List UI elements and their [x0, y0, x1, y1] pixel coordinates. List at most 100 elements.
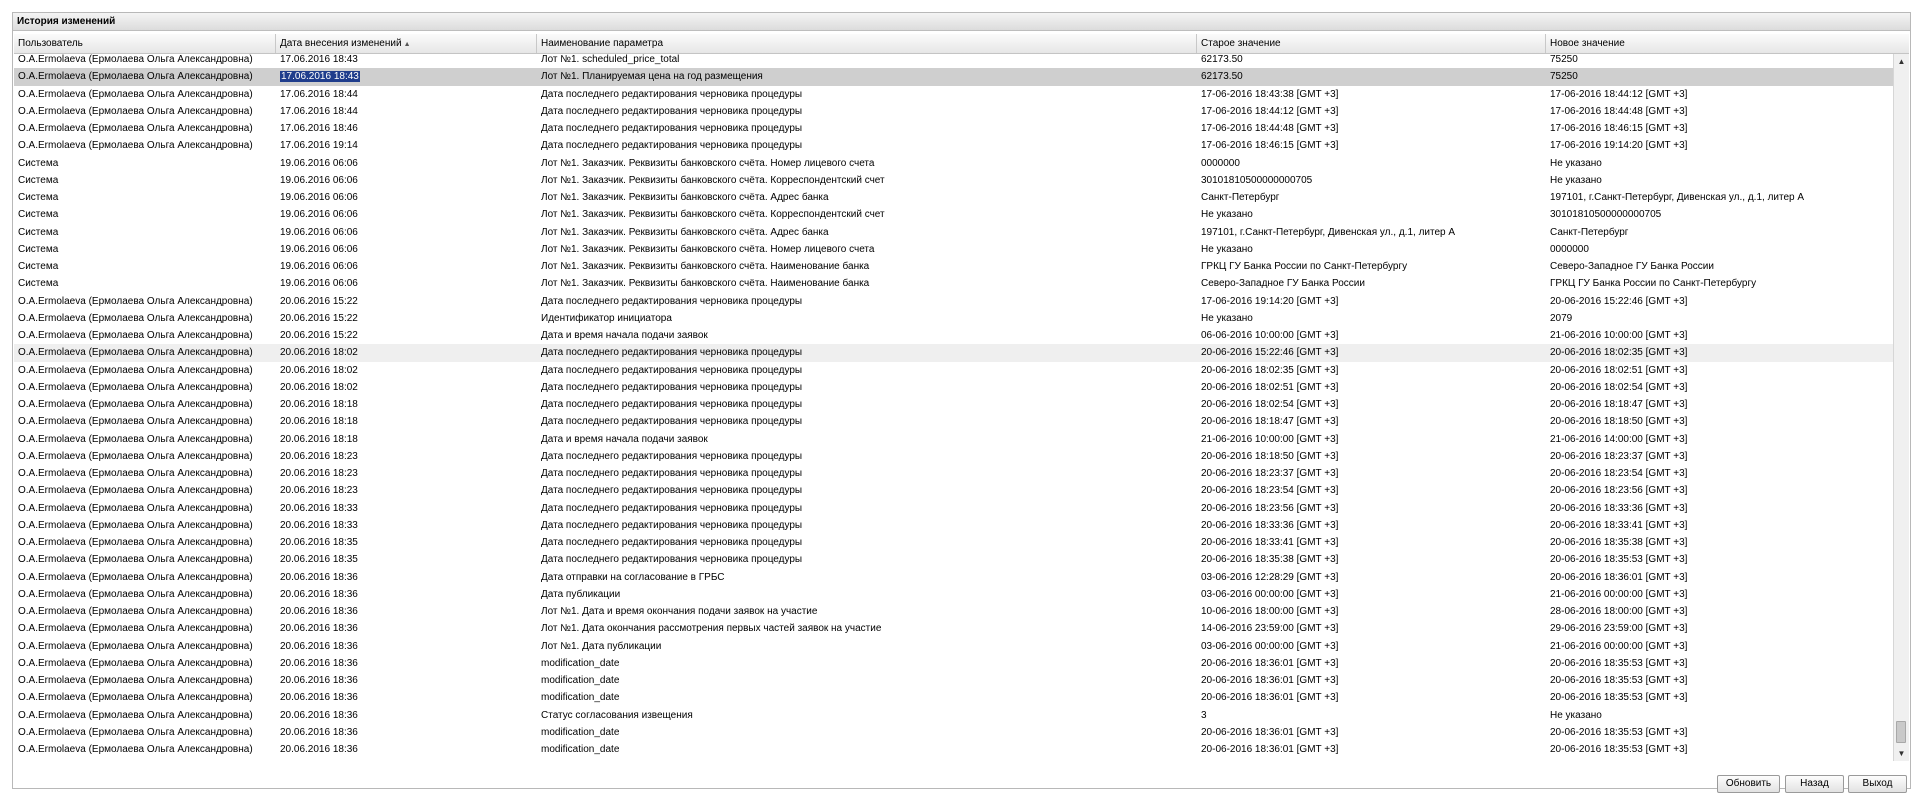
- table-row[interactable]: O.A.Ermolaeva (Ермолаева Ольга Александр…: [14, 500, 1894, 517]
- table-row[interactable]: O.A.Ermolaeva (Ермолаева Ольга Александр…: [14, 396, 1894, 413]
- back-button[interactable]: Назад: [1785, 775, 1844, 793]
- table-row[interactable]: O.A.Ermolaeva (Ермолаева Ольга Александр…: [14, 707, 1894, 724]
- cell-user: O.A.Ermolaeva (Ермолаева Ольга Александр…: [18, 105, 253, 117]
- cell-date: 19.06.2016 06:06: [280, 243, 358, 255]
- cell-date: 20.06.2016 18:36: [280, 709, 358, 721]
- cell-new-value: 20-06-2016 18:02:51 [GMT +3]: [1550, 364, 1688, 376]
- cell-date: 20.06.2016 18:36: [280, 675, 358, 686]
- cell-new-value: 20-06-2016 18:02:35 [GMT +3]: [1550, 347, 1688, 359]
- cell-parameter: Дата последнего редактирования черновика…: [541, 88, 803, 100]
- table-row[interactable]: O.A.Ermolaeva (Ермолаева Ольга Александр…: [14, 517, 1894, 534]
- table-row[interactable]: O.A.Ermolaeva (Ермолаева Ольга Александр…: [14, 362, 1894, 379]
- table-row[interactable]: O.A.Ermolaeva (Ермолаева Ольга Александр…: [14, 724, 1894, 741]
- table-row[interactable]: O.A.Ermolaeva (Ермолаева Ольга Александр…: [14, 293, 1894, 310]
- cell-new-value: 17-06-2016 18:44:48 [GMT +3]: [1550, 105, 1688, 117]
- table-row[interactable]: O.A.Ermolaeva (Ермолаева Ольга Александр…: [14, 379, 1894, 396]
- scroll-down-arrow-icon[interactable]: ▼: [1894, 746, 1909, 761]
- table-row[interactable]: O.A.Ermolaeva (Ермолаева Ольга Александр…: [14, 655, 1894, 672]
- column-header-date[interactable]: Дата внесения изменений ▲: [276, 34, 537, 53]
- cell-date: 20.06.2016 15:22: [280, 312, 358, 324]
- table-row[interactable]: Система 19.06.2016 06:06 Лот №1. Заказчик.…: [14, 155, 1894, 172]
- table-row[interactable]: O.A.Ermolaeva (Ермолаева Ольга Александр…: [14, 603, 1894, 620]
- cell-new-value: 20-06-2016 18:35:53 [GMT +3]: [1550, 726, 1688, 738]
- vertical-scrollbar[interactable]: ▲ ▼: [1893, 54, 1909, 761]
- cell-new-value: 20-06-2016 18:35:38 [GMT +3]: [1550, 537, 1688, 548]
- table-row[interactable]: Система 19.06.2016 06:06 Лот №1. Заказчик.…: [14, 189, 1894, 206]
- cell-user: O.A.Ermolaeva (Ермолаева Ольга Александр…: [18, 364, 253, 376]
- column-header-old-value[interactable]: Старое значение: [1197, 34, 1546, 53]
- cell-parameter: Лот №1. Дата и время окончания подачи за…: [541, 606, 818, 617]
- table-row[interactable]: O.A.Ermolaeva (Ермолаева Ольга Александр…: [14, 413, 1894, 430]
- table-row[interactable]: O.A.Ermolaeva (Ермолаева Ольга Александр…: [14, 620, 1894, 637]
- cell-parameter: Дата последнего редактирования черновика…: [541, 416, 803, 428]
- table-row[interactable]: O.A.Ermolaeva (Ермолаева Ольга Александр…: [14, 741, 1894, 758]
- table-row[interactable]: O.A.Ermolaeva (Ермолаева Ольга Александр…: [14, 465, 1894, 482]
- footer-toolbar: Обновить Назад Выход: [14, 766, 1909, 793]
- table-row[interactable]: O.A.Ermolaeva (Ермолаева Ольга Александр…: [14, 431, 1894, 448]
- table-row[interactable]: O.A.Ermolaeva (Ермолаева Ольга Александр…: [14, 551, 1894, 568]
- table-row[interactable]: O.A.Ermolaeva (Ермолаева Ольга Александр…: [14, 54, 1894, 68]
- cell-date: 17.06.2016 18:44: [280, 105, 358, 117]
- table-row[interactable]: O.A.Ermolaeva (Ермолаева Ольга Александр…: [14, 120, 1894, 137]
- table-row[interactable]: O.A.Ermolaeva (Ермолаева Ольга Александр…: [14, 327, 1894, 344]
- table-row[interactable]: Система 19.06.2016 06:06 Лот №1. Заказчик.…: [14, 241, 1894, 258]
- column-header-parameter[interactable]: Наименование параметра: [537, 34, 1197, 53]
- table-row[interactable]: Система 19.06.2016 06:06 Лот №1. Заказчик.…: [14, 258, 1894, 275]
- table-row[interactable]: O.A.Ermolaeva (Ермолаева Ольга Александр…: [14, 586, 1894, 603]
- table-row[interactable]: O.A.Ermolaeva (Ермолаева Ольга Александр…: [14, 482, 1894, 499]
- grid-body[interactable]: O.A.Ermolaeva (Ермолаева Ольга Александр…: [14, 54, 1894, 761]
- table-row[interactable]: O.A.Ermolaeva (Ермолаева Ольга Александр…: [14, 310, 1894, 327]
- cell-date: 20.06.2016 18:23: [280, 485, 358, 497]
- scrollbar-thumb[interactable]: [1896, 721, 1906, 743]
- cell-parameter: Дата последнего редактирования черновика…: [541, 468, 803, 479]
- table-row[interactable]: O.A.Ermolaeva (Ермолаева Ольга Александр…: [14, 689, 1894, 706]
- cell-date: 20.06.2016 18:35: [280, 537, 358, 548]
- table-row[interactable]: Система 19.06.2016 06:06 Лот №1. Заказчик.…: [14, 275, 1894, 292]
- cell-old-value: 20-06-2016 18:02:51 [GMT +3]: [1201, 381, 1339, 393]
- column-header-new-value[interactable]: Новое значение: [1546, 34, 1909, 53]
- cell-parameter: modification_date: [541, 675, 620, 686]
- cell-user: O.A.Ermolaeva (Ермолаева Ольга Александр…: [18, 312, 253, 324]
- cell-parameter: Дата последнего редактирования черновика…: [541, 502, 803, 514]
- cell-parameter: Дата последнего редактирования черновика…: [541, 295, 803, 307]
- cell-user: Система: [18, 192, 59, 203]
- cell-new-value: 20-06-2016 18:33:36 [GMT +3]: [1550, 502, 1688, 514]
- table-row[interactable]: O.A.Ermolaeva (Ермолаева Ольга Александр…: [14, 534, 1894, 551]
- table-row[interactable]: O.A.Ermolaeva (Ермолаева Ольга Александр…: [14, 569, 1894, 586]
- table-row[interactable]: O.A.Ermolaeva (Ермолаева Ольга Александр…: [14, 137, 1894, 154]
- cell-parameter: Лот №1. Дата публикации: [541, 640, 662, 652]
- cell-date: 19.06.2016 06:06: [280, 192, 358, 203]
- table-row[interactable]: O.A.Ermolaeva (Ермолаева Ольга Александр…: [14, 103, 1894, 120]
- table-row[interactable]: Система 19.06.2016 06:06 Лот №1. Заказчик.…: [14, 206, 1894, 223]
- cell-parameter: Дата последнего редактирования черновика…: [541, 364, 803, 376]
- cell-date: 20.06.2016 18:36: [280, 571, 358, 583]
- cell-new-value: 20-06-2016 15:22:46 [GMT +3]: [1550, 295, 1688, 307]
- table-row[interactable]: O.A.Ermolaeva (Ермолаева Ольга Александр…: [14, 344, 1894, 362]
- scroll-up-arrow-icon[interactable]: ▲: [1894, 54, 1909, 69]
- cell-date: 20.06.2016 18:36: [280, 726, 358, 738]
- table-row[interactable]: O.A.Ermolaeva (Ермолаева Ольга Александр…: [14, 86, 1894, 103]
- cell-parameter: Лот №1. Заказчик. Реквизиты банковского …: [541, 157, 875, 169]
- column-header-user[interactable]: Пользователь: [14, 34, 276, 53]
- cell-old-value: Не указано: [1201, 312, 1253, 324]
- table-row[interactable]: Система 19.06.2016 06:06 Лот №1. Заказчик.…: [14, 224, 1894, 241]
- cell-old-value: Не указано: [1201, 243, 1253, 255]
- cell-new-value: 17-06-2016 18:46:15 [GMT +3]: [1550, 123, 1688, 134]
- refresh-button[interactable]: Обновить: [1717, 775, 1780, 793]
- cell-parameter: Лот №1. Заказчик. Реквизиты банковского …: [541, 278, 870, 290]
- table-row[interactable]: O.A.Ermolaeva (Ермолаева Ольга Александр…: [14, 638, 1894, 655]
- table-row[interactable]: O.A.Ermolaeva (Ермолаева Ольга Александр…: [14, 448, 1894, 465]
- cell-old-value: 0000000: [1201, 157, 1240, 169]
- table-row[interactable]: O.A.Ermolaeva (Ермолаева Ольга Александр…: [14, 68, 1894, 86]
- cell-parameter: Дата отправки на согласование в ГРБС: [541, 571, 725, 583]
- cell-old-value: Санкт-Петербург: [1201, 192, 1280, 203]
- cell-date: 19.06.2016 06:06: [280, 174, 358, 186]
- table-row[interactable]: Система 19.06.2016 06:06 Лот №1. Заказчик.…: [14, 172, 1894, 189]
- cell-user: O.A.Ermolaeva (Ермолаева Ольга Александр…: [18, 381, 253, 393]
- cell-parameter: Дата последнего редактирования черновика…: [541, 450, 803, 462]
- cell-user: Система: [18, 157, 59, 169]
- cell-user: O.A.Ermolaeva (Ермолаева Ольга Александр…: [18, 675, 253, 686]
- table-row[interactable]: O.A.Ermolaeva (Ермолаева Ольга Александр…: [14, 672, 1894, 689]
- exit-button[interactable]: Выход: [1848, 775, 1907, 793]
- cell-date: 19.06.2016 06:06: [280, 209, 358, 221]
